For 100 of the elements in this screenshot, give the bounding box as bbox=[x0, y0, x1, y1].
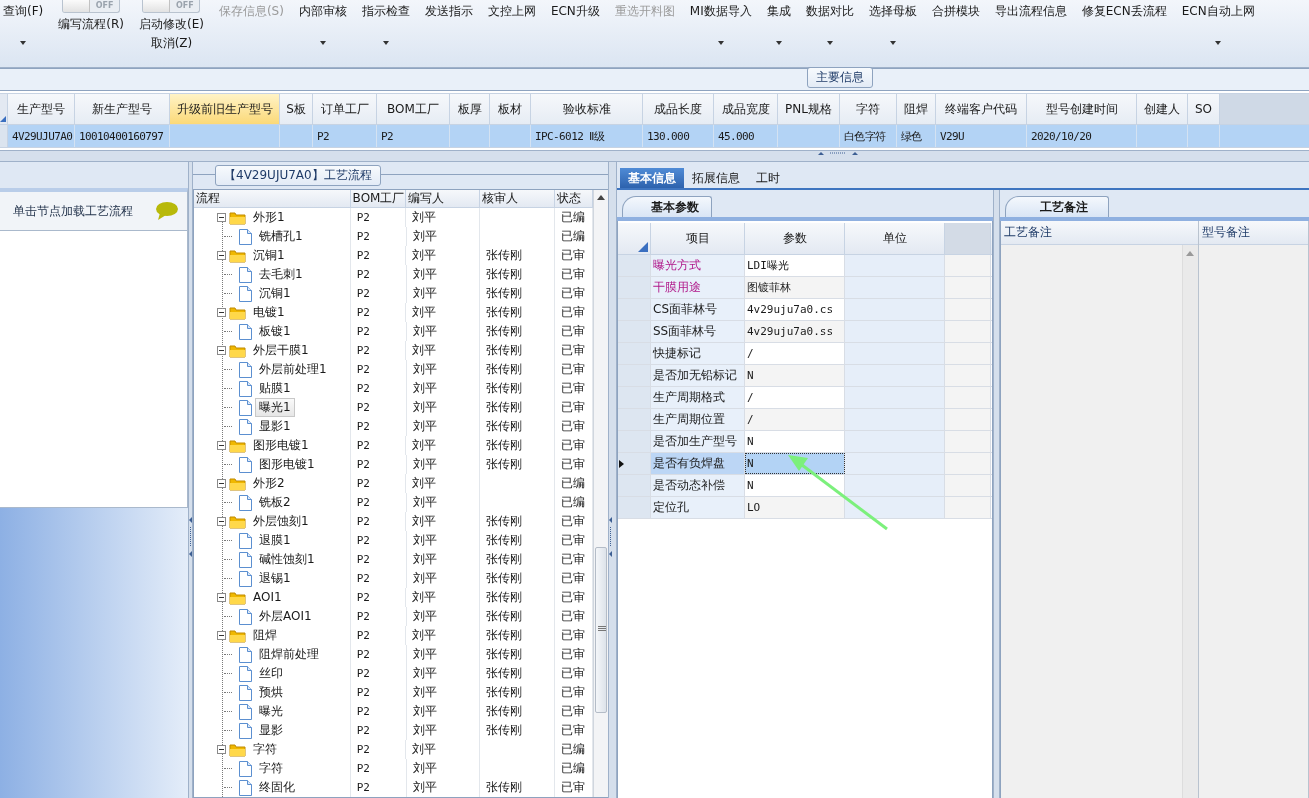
column-header[interactable]: 板材 bbox=[490, 94, 531, 124]
tree-node[interactable]: 图形电镀1 bbox=[255, 455, 319, 474]
dropdown-caret-icon[interactable] bbox=[825, 41, 834, 46]
collapse-icon[interactable] bbox=[217, 593, 226, 602]
table-row[interactable]: 是否有负焊盘 N bbox=[618, 453, 992, 475]
table-row[interactable]: 是否加无铅标记 N bbox=[618, 365, 992, 387]
collapse-icon[interactable] bbox=[217, 251, 226, 260]
collapse-icon[interactable] bbox=[217, 745, 226, 754]
column-header[interactable]: 工艺备注 bbox=[1001, 221, 1198, 245]
tree-node[interactable]: 电镀1 bbox=[249, 303, 289, 322]
table-cell[interactable]: N bbox=[745, 365, 845, 386]
table-cell[interactable]: N bbox=[745, 431, 845, 452]
table-cell[interactable]: LDI曝光 bbox=[745, 255, 845, 276]
table-cell[interactable]: N bbox=[745, 453, 845, 474]
dropdown-caret-icon[interactable] bbox=[19, 41, 28, 46]
tree-node[interactable]: 外层蚀刻1 bbox=[249, 512, 313, 531]
table-cell[interactable]: LO bbox=[745, 497, 845, 518]
toolbar-button[interactable]: 文控上网 bbox=[486, 0, 537, 19]
panel-tab[interactable]: 工艺备注 bbox=[1005, 196, 1109, 217]
toolbar-button[interactable]: 编写流程(R) bbox=[57, 13, 125, 32]
splitter-grip-icon[interactable] bbox=[818, 151, 858, 156]
collapse-icon[interactable] bbox=[217, 479, 226, 488]
scroll-up-icon[interactable] bbox=[596, 194, 607, 201]
toolbar-button[interactable]: 取消(Z) bbox=[150, 32, 193, 51]
column-header[interactable]: 型号备注 bbox=[1199, 221, 1308, 245]
dropdown-caret-icon[interactable] bbox=[888, 41, 897, 46]
column-header[interactable]: BOM工厂 bbox=[350, 190, 407, 207]
toolbar-button[interactable]: 指示检查 bbox=[360, 0, 411, 19]
column-header[interactable]: 阻焊 bbox=[897, 94, 936, 124]
toolbar-button[interactable]: 发送指示 bbox=[423, 0, 474, 19]
column-header[interactable]: 项目 bbox=[651, 223, 745, 254]
toolbar-button[interactable]: 内部审核 bbox=[297, 0, 348, 19]
splitter-grip-icon[interactable] bbox=[609, 517, 612, 557]
toolbar-button[interactable]: ECN升级 bbox=[549, 0, 601, 19]
column-header[interactable]: 字符 bbox=[840, 94, 897, 124]
collapse-icon[interactable] bbox=[217, 631, 226, 640]
table-row[interactable]: CS面菲林号 4v29uju7a0.cs bbox=[618, 299, 992, 321]
toolbar-button[interactable]: 修复ECN丢流程 bbox=[1080, 0, 1168, 19]
collapse-icon[interactable] bbox=[217, 308, 226, 317]
tree-node[interactable]: 外形1 bbox=[249, 208, 289, 227]
table-row[interactable]: 快捷标记 / bbox=[618, 343, 992, 365]
toolbar-button[interactable]: 合拼模块 bbox=[930, 0, 981, 19]
table-row[interactable]: 定位孔 LO bbox=[618, 497, 992, 519]
column-header[interactable]: 参数 bbox=[745, 223, 845, 254]
tree-node[interactable]: 去毛刺1 bbox=[255, 265, 307, 284]
column-header[interactable]: 生产型号 bbox=[8, 94, 75, 124]
column-header[interactable]: 核审人 bbox=[480, 190, 556, 207]
tree-node[interactable]: 丝印 bbox=[255, 664, 287, 683]
tree-node[interactable]: 阻焊前处理 bbox=[255, 645, 323, 664]
table-row[interactable]: 生产周期格式 / bbox=[618, 387, 992, 409]
tree-node[interactable]: 退锡1 bbox=[255, 569, 295, 588]
tree-node[interactable]: 铣槽孔1 bbox=[255, 227, 307, 246]
tree-node[interactable]: 曝光1 bbox=[255, 398, 295, 417]
tree-node[interactable]: 外层干膜1 bbox=[249, 341, 313, 360]
toolbar-button[interactable]: 集成 bbox=[765, 0, 792, 19]
table-row[interactable]: 生产周期位置 / bbox=[618, 409, 992, 431]
table-cell[interactable]: 4v29uju7a0.cs bbox=[745, 299, 845, 320]
tree-node[interactable]: 贴膜1 bbox=[255, 379, 295, 398]
table-cell[interactable]: 4v29uju7a0.ss bbox=[745, 321, 845, 342]
dropdown-caret-icon[interactable] bbox=[716, 41, 725, 46]
tree-node[interactable]: 铣板2 bbox=[255, 493, 295, 512]
splitter-grip-icon[interactable] bbox=[189, 517, 192, 557]
table-row[interactable]: 是否动态补偿 N bbox=[618, 475, 992, 497]
tree-node[interactable]: 阻焊 bbox=[249, 626, 281, 645]
tab[interactable]: 基本信息 bbox=[620, 168, 684, 188]
tree-node[interactable]: 退膜1 bbox=[255, 531, 295, 550]
collapse-icon[interactable] bbox=[217, 517, 226, 526]
tree-node[interactable]: 曝光 bbox=[255, 702, 287, 721]
toolbar-button[interactable]: 查询(F) bbox=[2, 0, 45, 19]
tree-node[interactable]: 碱性蚀刻1 bbox=[255, 550, 319, 569]
scroll-thumb[interactable] bbox=[595, 547, 608, 713]
column-header[interactable]: 板厚 bbox=[450, 94, 490, 124]
table-row[interactable]: SS面菲林号 4v29uju7a0.ss bbox=[618, 321, 992, 343]
column-header[interactable]: 新生产型号 bbox=[75, 94, 170, 124]
table-cell[interactable]: / bbox=[745, 387, 845, 408]
table-row[interactable]: 曝光方式 LDI曝光 bbox=[618, 255, 992, 277]
column-header[interactable]: 终端客户代码 bbox=[936, 94, 1027, 124]
tree-node[interactable]: 外形2 bbox=[249, 474, 289, 493]
tree-node[interactable]: 板镀1 bbox=[255, 322, 295, 341]
column-header[interactable]: 流程 bbox=[194, 190, 351, 207]
dropdown-caret-icon[interactable] bbox=[1214, 41, 1223, 46]
column-header[interactable]: 订单工厂 bbox=[313, 94, 377, 124]
table-row[interactable]: 是否加生产型号 N bbox=[618, 431, 992, 453]
panel-tab[interactable]: 基本参数 bbox=[622, 196, 712, 217]
tree-node[interactable]: AOI1 bbox=[249, 588, 286, 607]
column-header[interactable]: 编写人 bbox=[406, 190, 481, 207]
column-header[interactable]: 升级前旧生产型号 bbox=[170, 94, 280, 124]
tab[interactable]: 拓展信息 bbox=[684, 168, 748, 188]
collapse-icon[interactable] bbox=[217, 346, 226, 355]
table-cell[interactable]: / bbox=[745, 409, 845, 430]
column-header[interactable]: 验收标准 bbox=[531, 94, 643, 124]
tree-node[interactable]: 外层AOI1 bbox=[255, 607, 316, 626]
table-cell[interactable]: 图镀菲林 bbox=[745, 277, 845, 298]
tree-node[interactable]: 沉铜1 bbox=[249, 246, 289, 265]
toolbar-button[interactable]: 选择母板 bbox=[867, 0, 918, 19]
tree-node[interactable]: 显影1 bbox=[255, 417, 295, 436]
tree-node[interactable]: 字符 bbox=[249, 740, 281, 759]
column-header[interactable]: 成品宽度 bbox=[714, 94, 778, 124]
tree-node[interactable]: 外层前处理1 bbox=[255, 360, 331, 379]
row-header[interactable] bbox=[618, 453, 651, 474]
